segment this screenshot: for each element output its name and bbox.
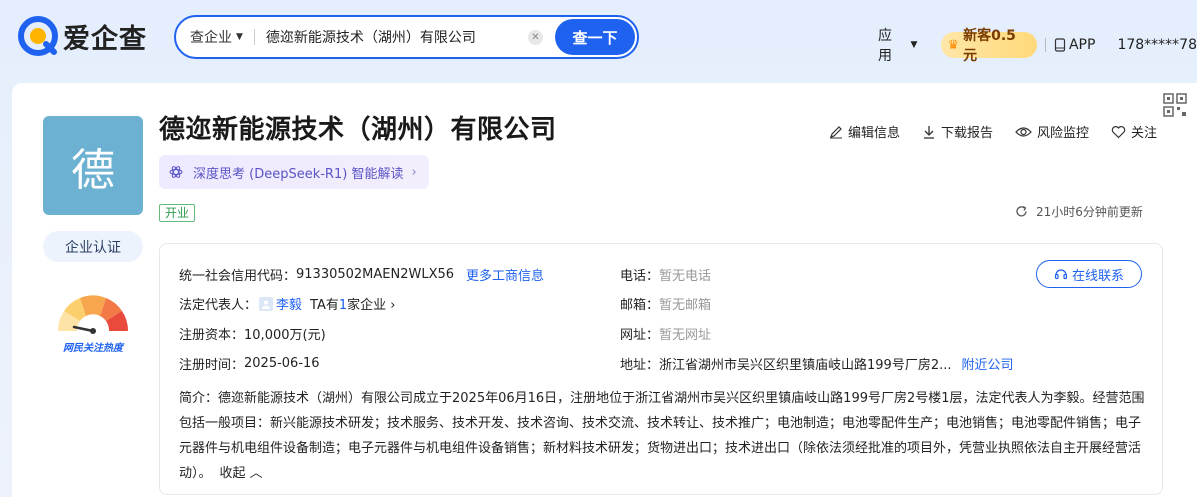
logo[interactable]: 爱企查	[18, 16, 147, 56]
address-row: 地址： 浙江省湖州市吴兴区织里镇庙岐山路199号厂房2... 附近公司	[620, 354, 1014, 373]
legal-rep-label: 法定代表人：	[179, 298, 258, 313]
crown-icon: ♛	[947, 37, 960, 53]
update-time-label: 21小时6分钟前更新	[1036, 205, 1143, 219]
heat-label: 网民关注热度	[63, 343, 123, 354]
summary-text: 德迩新能源技术（湖州）有限公司成立于2025年06月16日，注册地位于浙江省湖州…	[179, 391, 1145, 481]
edit-info-label: 编辑信息	[848, 126, 901, 141]
reg-date-label: 注册时间：	[179, 358, 245, 373]
nav-divider	[1045, 38, 1046, 52]
logo-text: 爱企查	[63, 23, 147, 55]
app-download-link[interactable]: APP	[1054, 37, 1095, 53]
chevron-right-icon: ›	[390, 298, 396, 313]
online-contact-label: 在线联系	[1071, 268, 1124, 284]
download-icon	[924, 125, 935, 139]
collapse-toggle[interactable]: 收起 ︿	[220, 466, 263, 481]
download-report-label: 下载报告	[941, 126, 994, 141]
search-input[interactable]	[265, 29, 516, 45]
address-label: 地址：	[620, 358, 660, 373]
search-type-label: 查企业	[190, 30, 232, 46]
legal-rep-row: 法定代表人： 李毅 TA有1家企业 ›	[179, 294, 396, 313]
update-time[interactable]: 21小时6分钟前更新	[1015, 203, 1143, 220]
headset-icon	[1054, 269, 1068, 280]
person-icon	[259, 296, 274, 311]
apps-menu[interactable]: 应用 ▼	[878, 25, 917, 65]
capital-row: 注册资本： 10,000万(元)	[179, 324, 326, 343]
caret-down-icon: ▼	[236, 32, 243, 42]
nearby-companies-link[interactable]: 附近公司	[962, 354, 1014, 373]
apps-menu-label: 应用	[878, 28, 892, 64]
collapse-label: 收起	[219, 466, 246, 481]
risk-monitor-button[interactable]: 风险监控	[1015, 122, 1089, 141]
follow-button[interactable]: 关注	[1111, 122, 1157, 141]
phone-label: 电话：	[620, 269, 660, 284]
more-business-info-link[interactable]: 更多工商信息	[466, 265, 544, 284]
website-row: 网址： 暂无网址	[620, 324, 711, 343]
attention-heat-gauge: 网民关注热度	[50, 283, 136, 354]
gauge-icon	[57, 295, 129, 334]
search-button[interactable]: 查一下	[555, 19, 635, 55]
company-avatar: 德	[43, 116, 143, 215]
atom-icon	[169, 166, 183, 178]
edit-info-button[interactable]: 编辑信息	[829, 122, 900, 141]
promo-label: 新客0.5元	[963, 28, 1016, 64]
legal-rep-companies-link[interactable]: TA有1家企业 ›	[310, 294, 395, 313]
website-label: 网址：	[620, 328, 660, 343]
chevron-up-icon: ︿	[249, 466, 263, 481]
follow-label: 关注	[1131, 126, 1158, 141]
email-label: 邮箱：	[620, 298, 660, 313]
status-badge: 开业	[159, 204, 196, 222]
online-contact-button[interactable]: 在线联系	[1036, 260, 1142, 288]
reg-date-row: 注册时间： 2025-06-16	[179, 354, 320, 373]
user-account[interactable]: 178*****78	[1117, 37, 1197, 53]
capital-value: 10,000万(元)	[244, 328, 326, 343]
enterprise-certification-button[interactable]: 企业认证	[43, 231, 143, 262]
credit-code-value: 91330502MAEN2WLX56	[296, 267, 455, 282]
credit-code-row: 统一社会信用代码： 91330502MAEN2WLX56 更多工商信息	[179, 265, 544, 284]
phone-icon	[1054, 38, 1066, 52]
phone-value: 暂无电话	[659, 269, 712, 284]
eye-icon	[1015, 126, 1032, 137]
summary-label: 简介：	[179, 391, 219, 406]
top-header: 爱企查 查企业 ▼ ✕ 查一下 应用 ▼ ♛ 新客0.5元 APP 178***…	[0, 0, 1197, 78]
company-card: 德 企业认证 网民关注热度 德迩新能源技术（湖州）有限公司 深度思考 (Deep…	[12, 83, 1197, 497]
address-value: 浙江省湖州市吴兴区织里镇庙岐山路199号厂房2...	[659, 358, 952, 373]
reg-date-value: 2025-06-16	[244, 356, 320, 371]
risk-monitor-label: 风险监控	[1037, 126, 1090, 141]
ai-chip-label: 深度思考 (DeepSeek-R1) 智能解读	[193, 166, 404, 182]
legal-rep-companies-prefix: TA有	[310, 298, 339, 313]
caret-down-icon: ▼	[910, 40, 918, 50]
company-summary: 简介：德迩新能源技术（湖州）有限公司成立于2025年06月16日，注册地位于浙江…	[179, 386, 1147, 486]
download-report-button[interactable]: 下载报告	[922, 122, 993, 141]
email-value: 暂无邮箱	[659, 298, 712, 313]
heart-icon	[1111, 125, 1126, 138]
search-bar: 查企业 ▼ ✕ 查一下	[174, 15, 639, 59]
pencil-icon	[830, 125, 842, 138]
credit-code-label: 统一社会信用代码：	[179, 269, 297, 284]
phone-row: 电话： 暂无电话	[620, 265, 711, 284]
clear-icon[interactable]: ✕	[527, 29, 543, 45]
basic-info-panel: 统一社会信用代码： 91330502MAEN2WLX56 更多工商信息 法定代表…	[159, 243, 1163, 495]
app-label: APP	[1068, 37, 1096, 53]
capital-label: 注册资本：	[179, 328, 245, 343]
legal-rep-link[interactable]: 李毅	[276, 294, 302, 313]
website-value: 暂无网址	[659, 328, 712, 343]
company-actions: 编辑信息 下载报告 风险监控 关注	[829, 122, 1157, 141]
legal-rep-companies-suffix: 家企业	[347, 298, 387, 313]
nav-right: 应用 ▼ ♛ 新客0.5元 APP 178*****78	[878, 25, 1197, 65]
ai-interpretation-button[interactable]: 深度思考 (DeepSeek-R1) 智能解读 ›	[159, 155, 429, 189]
promo-badge[interactable]: ♛ 新客0.5元	[941, 28, 1037, 64]
chevron-right-icon: ›	[411, 164, 417, 180]
email-row: 邮箱： 暂无邮箱	[620, 294, 711, 313]
search-type-dropdown[interactable]: 查企业 ▼	[176, 27, 243, 47]
qr-code-icon[interactable]	[1163, 93, 1187, 117]
company-name: 德迩新能源技术（湖州）有限公司	[159, 115, 557, 145]
refresh-icon	[1016, 205, 1027, 217]
legal-rep-companies-count: 1	[338, 298, 348, 313]
logo-icon	[18, 16, 58, 56]
search-divider	[253, 29, 255, 45]
